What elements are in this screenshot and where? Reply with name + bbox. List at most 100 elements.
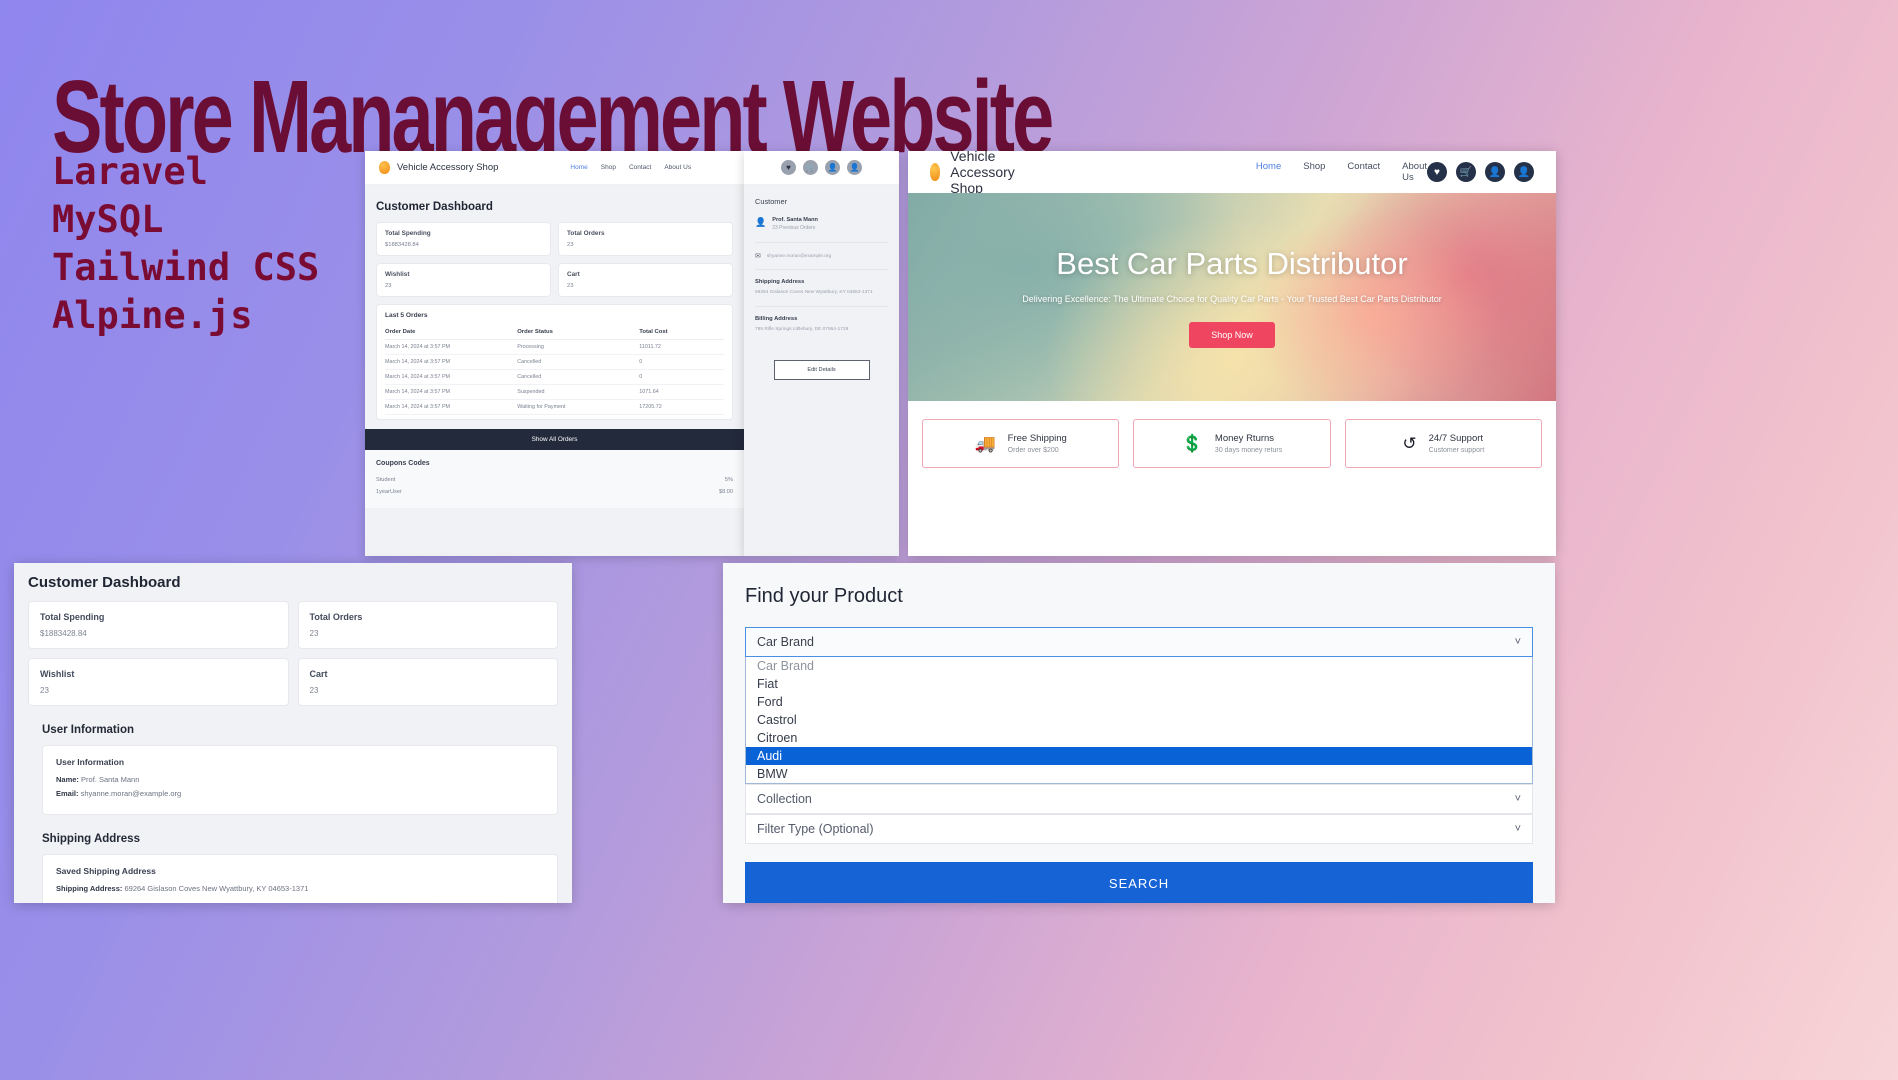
dropdown-option-citroen[interactable]: Citroen <box>746 729 1532 747</box>
stat-card-total-spending: Total Spending $1883428.84 <box>28 601 289 649</box>
stat-label: Total Orders <box>567 230 605 237</box>
stat-value: 23 <box>567 242 574 248</box>
table-row: March 14, 2024 at 3:57 PM Cancelled 0 <box>385 369 724 385</box>
cell-status: Waiting for Payment <box>517 399 640 415</box>
table-row: March 14, 2024 at 3:57 PM Processing 110… <box>385 339 724 355</box>
find-product-title: Find your Product <box>745 585 903 607</box>
collection-select[interactable]: Collection ˅ <box>745 784 1533 814</box>
nav-item-about[interactable]: About Us <box>664 164 691 171</box>
hero-subtitle: Delivering Excellence: The Ultimate Choi… <box>1022 294 1442 304</box>
dropdown-option-ford[interactable]: Ford <box>746 693 1532 711</box>
cell-cost: 1071.64 <box>639 384 724 400</box>
stat-label: Wishlist <box>385 271 410 278</box>
feature-free-shipping: 🚚 Free Shipping Order over $200 <box>922 419 1120 468</box>
customer-person: 👤 Prof. Santa Mann 23 Previous Orders <box>755 217 888 231</box>
dropdown-option-bmw[interactable]: BMW <box>746 765 1532 783</box>
mini-navbar: Vehicle Accessory Shop Home Shop Contact… <box>365 151 744 185</box>
cart-icon[interactable]: 🛒 <box>803 160 818 175</box>
table-row: March 14, 2024 at 3:57 PM Suspended 1071… <box>385 384 724 400</box>
last-orders-card: Last 5 Orders Order Date Order Status To… <box>376 304 733 420</box>
col-order-status: Order Status <box>517 325 640 340</box>
car-brand-selected-value: Car Brand <box>757 635 814 649</box>
car-brand-dropdown[interactable]: Car Brand Fiat Ford Castrol Citroen Audi… <box>745 657 1533 784</box>
cell-status: Cancelled <box>517 354 640 370</box>
chevron-down-icon: ˅ <box>1514 793 1521 805</box>
mini-dashboard-body: Customer Dashboard Total Spending $18834… <box>365 185 744 556</box>
user-name-label: Name: <box>56 775 79 784</box>
stat-label: Total Spending <box>385 230 431 237</box>
nav-item-shop[interactable]: Shop <box>601 164 616 171</box>
filter-type-select[interactable]: Filter Type (Optional) ˅ <box>745 814 1533 844</box>
account-icon[interactable]: 👤 <box>847 160 862 175</box>
nav-item-contact[interactable]: Contact <box>1347 161 1380 183</box>
feature-money-returns: 💲 Money Rturns 30 days money returs <box>1133 419 1331 468</box>
person-icon: 👤 <box>755 217 767 227</box>
storefront-icon-row: ♥ 🛒 👤 👤 <box>1427 162 1534 182</box>
sidebar-heading: Customer <box>755 197 788 206</box>
feature-row: 🚚 Free Shipping Order over $200 💲 Money … <box>908 401 1556 486</box>
shipping-address-title: Shipping Address <box>755 279 805 285</box>
shipping-card-title: Saved Shipping Address <box>56 866 156 876</box>
dropdown-option-castrol[interactable]: Castrol <box>746 711 1532 729</box>
wishlist-heart-icon[interactable]: ♥ <box>781 160 796 175</box>
car-brand-select[interactable]: Car Brand ˅ <box>745 627 1533 657</box>
sidebar-icon-row: ♥ 🛒 👤 👤 <box>744 151 899 185</box>
dropdown-option-audi[interactable]: Audi <box>746 747 1532 765</box>
divider <box>755 306 888 307</box>
stat-value: 23 <box>309 629 319 638</box>
cell-cost: 0 <box>639 354 724 370</box>
feature-sub: Customer support <box>1428 447 1485 454</box>
dropdown-option-car-brand[interactable]: Car Brand <box>746 657 1532 675</box>
account-icon[interactable]: 👤 <box>1514 162 1534 182</box>
shop-now-button[interactable]: Shop Now <box>1189 322 1275 348</box>
feature-sub: Order over $200 <box>1007 447 1059 454</box>
table-row: March 14, 2024 at 3:57 PM Waiting for Pa… <box>385 399 724 415</box>
cell-cost: 0 <box>639 369 724 385</box>
divider <box>755 269 888 270</box>
search-button[interactable]: SEARCH <box>745 862 1533 903</box>
cell-status: Cancelled <box>517 369 640 385</box>
cell-date: March 14, 2024 at 3:57 PM <box>385 384 518 400</box>
stat-label: Cart <box>309 669 328 679</box>
envelope-icon: ✉ <box>755 253 761 260</box>
col-total-cost: Total Cost <box>639 325 724 340</box>
shipping-address-heading: Shipping Address <box>42 833 140 845</box>
stat-value: $1883428.84 <box>385 242 419 248</box>
wishlist-heart-icon[interactable]: ♥ <box>1427 162 1447 182</box>
big-dashboard-screenshot: Customer Dashboard Total Spending $18834… <box>14 563 572 903</box>
show-all-orders-button[interactable]: Show All Orders <box>365 429 744 450</box>
shipping-address-card: Saved Shipping Address Shipping Address:… <box>42 854 558 903</box>
stat-grid: Total Spending $1883428.84 Total Orders … <box>376 222 733 297</box>
cart-icon[interactable]: 🛒 <box>1456 162 1476 182</box>
nav-item-about[interactable]: About Us <box>1402 161 1427 183</box>
user-name-value: Prof. Santa Mann <box>81 775 140 784</box>
chevron-down-icon: ˅ <box>1514 636 1521 648</box>
table-header-row: Order Date Order Status Total Cost <box>385 325 724 340</box>
cell-date: March 14, 2024 at 3:57 PM <box>385 399 518 415</box>
shipping-address-row: Shipping Address: 69264 Gislason Coves N… <box>56 884 544 893</box>
add-user-icon[interactable]: 👤 <box>1485 162 1505 182</box>
mini-customer-sidebar: ♥ 🛒 👤 👤 Customer 👤 Prof. Santa Mann 23 P… <box>744 151 899 556</box>
stat-card-total-orders: Total Orders 23 <box>297 601 558 649</box>
edit-details-button[interactable]: Edit Details <box>773 360 870 380</box>
stat-label: Wishlist <box>40 669 75 679</box>
hero-title: Best Car Parts Distributor <box>1056 246 1408 281</box>
dropdown-option-fiat[interactable]: Fiat <box>746 675 1532 693</box>
coupon-row: Student 5% <box>376 474 733 486</box>
customer-email-row: ✉ shyanne.moran@example.org <box>755 252 888 260</box>
add-user-icon[interactable]: 👤 <box>825 160 840 175</box>
storefront-nav-links: Home Shop Contact About Us <box>1256 161 1427 183</box>
nav-item-contact[interactable]: Contact <box>629 164 651 171</box>
feature-support: ↺ 24/7 Support Customer support <box>1344 419 1542 468</box>
nav-item-home[interactable]: Home <box>570 164 587 171</box>
stat-card-total-orders: Total Orders 23 <box>558 222 733 256</box>
user-email-row: Email: shyanne.moran@example.org <box>56 789 544 798</box>
nav-item-shop[interactable]: Shop <box>1303 161 1325 183</box>
brand-name: Vehicle Accessory Shop <box>397 162 499 173</box>
divider <box>755 242 888 243</box>
hero-banner: Best Car Parts Distributor Delivering Ex… <box>908 193 1556 401</box>
cell-cost: 17205.72 <box>639 399 724 415</box>
nav-item-home[interactable]: Home <box>1256 161 1281 183</box>
stat-label: Total Spending <box>40 612 105 622</box>
stat-value: 23 <box>309 686 319 695</box>
